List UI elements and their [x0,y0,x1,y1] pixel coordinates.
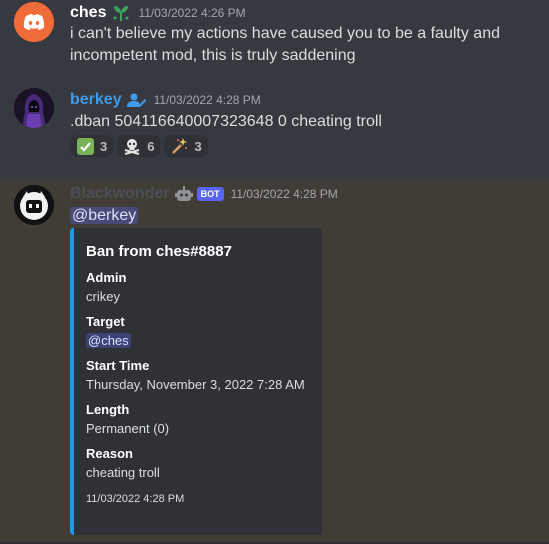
reactions: 3 6 3 [70,135,208,157]
embed-field-admin: Admin crikey [86,269,310,307]
field-name: Length [86,402,130,417]
timestamp: 11/03/2022 4:28 PM [153,93,261,107]
message-berkey: berkey 11/03/2022 4:28 PM .dban 50411664… [0,82,549,179]
field-value: @ches [86,331,310,351]
field-value: Thursday, November 3, 2022 7:28 AM [86,377,305,392]
field-name: Reason [86,446,133,461]
message-header: Blackwonder BOT 11/03/2022 4:28 PM [70,184,338,204]
field-name: Start Time [86,358,150,373]
reaction-count: 3 [194,138,202,154]
avatar[interactable] [14,2,54,42]
field-value: cheating troll [86,465,160,480]
message-blackwonder: Blackwonder BOT 11/03/2022 4:28 PM @berk… [0,179,549,544]
embed-field-start-time: Start Time Thursday, November 3, 2022 7:… [86,357,310,395]
sparkle-wand-icon [170,137,188,155]
reaction-count: 3 [100,138,108,154]
embed-title: Ban from ches#8887 [86,243,232,260]
field-name: Admin [86,270,127,285]
username[interactable]: berkey [70,90,122,110]
reaction-check[interactable]: 3 [70,135,114,157]
message-text: i can't believe my actions have caused y… [70,25,500,64]
field-value: crikey [86,289,120,304]
reaction-count: 6 [147,138,155,154]
message-header: berkey 11/03/2022 4:28 PM [70,90,261,110]
embed: Ban from ches#8887 Admin crikey Target @… [70,228,322,535]
reaction-sparkle[interactable]: 3 [164,135,208,157]
embed-footer: 11/03/2022 4:28 PM [86,493,185,505]
robot-face-icon [14,185,54,225]
embed-field-length: Length Permanent (0) [86,401,310,439]
message-text: .dban 504116640007323648 0 cheating trol… [70,113,382,130]
hooded-figure-icon [14,88,54,128]
embed-field-reason: Reason cheating troll [86,445,310,483]
mention-line: @berkey [70,206,139,226]
user-mention[interactable]: @ches [86,333,131,348]
bot-badge: BOT [196,187,224,201]
check-mark-icon [76,137,94,155]
skull-crossbones-icon [123,137,141,155]
avatar[interactable] [14,185,54,225]
user-edit-icon [126,92,147,108]
embed-field-target: Target @ches [86,313,310,351]
message-ches: ches 11/03/2022 4:26 PM i can't believe … [0,0,549,82]
message-header: ches 11/03/2022 4:26 PM [70,3,246,23]
username[interactable]: ches [70,3,106,23]
timestamp: 11/03/2022 4:28 PM [230,187,338,201]
user-mention[interactable]: @berkey [70,207,139,224]
username[interactable]: Blackwonder [70,184,170,204]
discord-logo-icon [14,2,54,42]
reaction-skull[interactable]: 6 [117,135,161,157]
field-name: Target [86,314,125,329]
sprout-icon [111,4,131,22]
avatar[interactable] [14,88,54,128]
robot-icon [174,186,193,202]
field-value: Permanent (0) [86,421,170,436]
timestamp: 11/03/2022 4:26 PM [138,6,246,20]
